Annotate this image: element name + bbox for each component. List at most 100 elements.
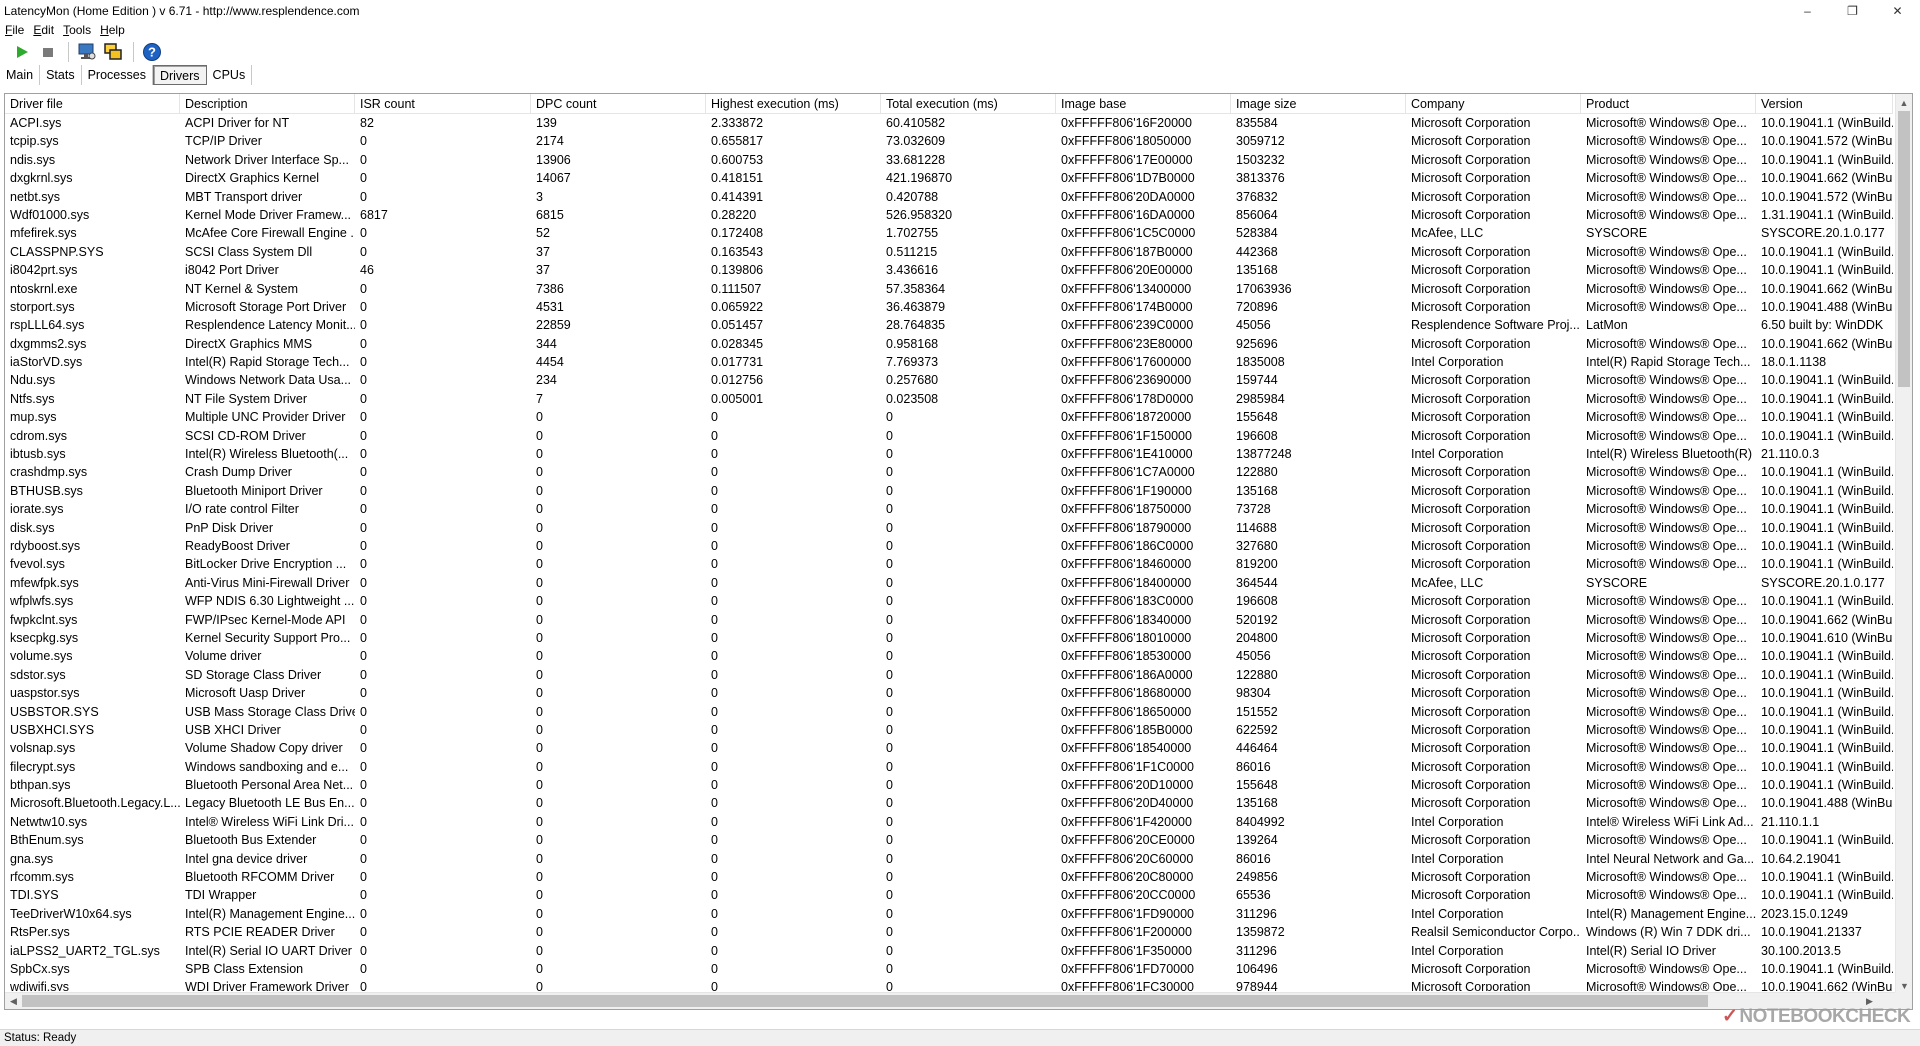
column-header[interactable]: Highest execution (ms)	[706, 94, 881, 114]
table-row[interactable]: wfplwfs.sys WFP NDIS 6.30 Lightweight ...…	[5, 592, 1893, 610]
table-cell: 0.051457	[711, 318, 764, 333]
table-cell: 0.005001	[711, 391, 764, 406]
table-row[interactable]: rfcomm.sys Bluetooth RFCOMM Driver 0 0 0 0 0xF…	[5, 868, 1893, 886]
table-cell: 0.958168	[886, 336, 939, 351]
table-cell: Microsoft® Windows® Ope...	[1586, 980, 1747, 991]
table-cell: 0	[360, 318, 367, 333]
table-row[interactable]: fwpkclnt.sys FWP/IPsec Kernel-Mode API 0 0 0…	[5, 611, 1893, 629]
tab-processes[interactable]: Processes	[82, 65, 153, 85]
table-cell: 0xFFFFF806'20CC0000	[1061, 888, 1196, 903]
table-row[interactable]: crashdmp.sys Crash Dump Driver 0 0 0 0 0xFFFFF…	[5, 463, 1893, 481]
horizontal-scroll-thumb[interactable]	[22, 995, 1708, 1007]
table-row[interactable]: cdrom.sys SCSI CD-ROM Driver 0 0 0 0 0xFFFFF80…	[5, 427, 1893, 445]
table-row[interactable]: iaLPSS2_UART2_TGL.sys Intel(R) Serial IO …	[5, 942, 1893, 960]
table-row[interactable]: RtsPer.sys RTS PCIE READER Driver 0 0 0 0 0xFF…	[5, 923, 1893, 941]
table-row[interactable]: SpbCx.sys SPB Class Extension 0 0 0 0 0xFFFFF8…	[5, 960, 1893, 978]
table-row[interactable]: gna.sys Intel gna device driver 0 0 0 0 0xFFFF…	[5, 850, 1893, 868]
table-row[interactable]: dxgmms2.sys DirectX Graphics MMS 0 344 0.028…	[5, 335, 1893, 353]
table-row[interactable]: BTHUSB.sys Bluetooth Miniport Driver 0 0 0 0 0…	[5, 482, 1893, 500]
column-header[interactable]: ISR count	[355, 94, 531, 114]
table-row[interactable]: wdiwifi.sys WDI Driver Framework Driver 0 0…	[5, 978, 1893, 991]
menu-help[interactable]: Help	[95, 23, 129, 37]
menu-edit[interactable]: Edit	[28, 23, 58, 37]
column-header[interactable]: Driver file	[5, 94, 180, 114]
table-row[interactable]: rdyboost.sys ReadyBoost Driver 0 0 0 0 0xFFFFF…	[5, 537, 1893, 555]
table-row[interactable]: Microsoft.Bluetooth.Legacy.L... Legacy Bl…	[5, 794, 1893, 812]
table-cell: 0	[360, 814, 367, 829]
column-header[interactable]: Product	[1581, 94, 1756, 114]
column-header[interactable]: Version	[1756, 94, 1893, 114]
table-row[interactable]: dxgkrnl.sys DirectX Graphics Kernel 0 14067…	[5, 169, 1893, 187]
windows-button[interactable]	[101, 40, 125, 64]
tab-cpus[interactable]: CPUs	[207, 65, 253, 85]
table-row[interactable]: volume.sys Volume driver 0 0 0 0 0xFFFFF806'18…	[5, 647, 1893, 665]
table-row[interactable]: USBXHCI.SYS USB XHCI Driver 0 0 0 0 0xFFFFF806…	[5, 721, 1893, 739]
column-header[interactable]: DPC count	[531, 94, 706, 114]
table-row[interactable]: i8042prt.sys i8042 Port Driver 46 37 0.13980…	[5, 261, 1893, 279]
table-cell: 421.196870	[886, 171, 953, 186]
table-cell: 122880	[1236, 667, 1278, 682]
table-row[interactable]: storport.sys Microsoft Storage Port Drive…	[5, 298, 1893, 316]
table-row[interactable]: mup.sys Multiple UNC Provider Driver 0 0 0 0 0…	[5, 408, 1893, 426]
table-row[interactable]: uaspstor.sys Microsoft Uasp Driver 0 0 0 0 0xF…	[5, 684, 1893, 702]
table-row[interactable]: TeeDriverW10x64.sys Intel(R) Management E…	[5, 905, 1893, 923]
scroll-up-icon[interactable]: ▲	[1896, 94, 1912, 111]
table-row[interactable]: Ntfs.sys NT File System Driver 0 7 0.005001 0…	[5, 390, 1893, 408]
table-row[interactable]: mfefirek.sys McAfee Core Firewall Engine …	[5, 224, 1893, 242]
table-cell: volsnap.sys	[10, 741, 76, 756]
column-header[interactable]: Description	[180, 94, 355, 114]
start-button[interactable]	[10, 40, 34, 64]
table-row[interactable]: ndis.sys Network Driver Interface Sp... 0 1…	[5, 151, 1893, 169]
table-row[interactable]: ibtusb.sys Intel(R) Wireless Bluetooth(..…	[5, 445, 1893, 463]
scroll-left-icon[interactable]: ◀	[5, 993, 22, 1009]
table-row[interactable]: filecrypt.sys Windows sandboxing and e...…	[5, 758, 1893, 776]
minimize-button[interactable]: –	[1785, 0, 1830, 21]
close-button[interactable]: ✕	[1875, 0, 1920, 21]
table-row[interactable]: netbt.sys MBT Transport driver 0 3 0.414391 0…	[5, 188, 1893, 206]
table-cell: Microsoft® Windows® Ope...	[1586, 870, 1747, 885]
table-row[interactable]: sdstor.sys SD Storage Class Driver 0 0 0 0 0xF…	[5, 666, 1893, 684]
table-row[interactable]: tcpip.sys TCP/IP Driver 0 2174 0.655817 73.03…	[5, 132, 1893, 150]
table-row[interactable]: ntoskrnl.exe NT Kernel & System 0 7386 0.111…	[5, 280, 1893, 298]
vertical-scroll-thumb[interactable]	[1898, 111, 1910, 387]
table-row[interactable]: Wdf01000.sys Kernel Mode Driver Framew...…	[5, 206, 1893, 224]
table-row[interactable]: ksecpkg.sys Kernel Security Support Pro..…	[5, 629, 1893, 647]
table-row[interactable]: iaStorVD.sys Intel(R) Rapid Storage Tech.…	[5, 353, 1893, 371]
table-row[interactable]: USBSTOR.SYS USB Mass Storage Class Driver…	[5, 703, 1893, 721]
tab-drivers[interactable]: Drivers	[152, 65, 207, 85]
table-row[interactable]: iorate.sys I/O rate control Filter 0 0 0 0 0xF…	[5, 500, 1893, 518]
column-header[interactable]: Total execution (ms)	[881, 94, 1056, 114]
table-row[interactable]: disk.sys PnP Disk Driver 0 0 0 0 0xFFFFF806'18…	[5, 519, 1893, 537]
table-cell: 0xFFFFF806'1F420000	[1061, 814, 1192, 829]
table-row[interactable]: fvevol.sys BitLocker Drive Encryption ...…	[5, 555, 1893, 573]
table-cell: 151552	[1236, 704, 1278, 719]
horizontal-scrollbar[interactable]: ◀ ▶	[5, 992, 1895, 1009]
table-row[interactable]: Ndu.sys Windows Network Data Usa... 0 234 0.…	[5, 371, 1893, 389]
table-cell: 0	[886, 649, 893, 664]
table-row[interactable]: ACPI.sys ACPI Driver for NT 82 139 2.333872 6…	[5, 114, 1893, 132]
table-cell: Bluetooth Miniport Driver	[185, 483, 323, 498]
column-header[interactable]: Image base	[1056, 94, 1231, 114]
vertical-scrollbar[interactable]: ▲ ▼	[1895, 94, 1912, 994]
windows-icon	[104, 43, 122, 60]
table-row[interactable]: BthEnum.sys Bluetooth Bus Extender 0 0 0 0 0xF…	[5, 831, 1893, 849]
table-row[interactable]: Netwtw10.sys Intel® Wireless WiFi Link Dr…	[5, 813, 1893, 831]
menu-tools[interactable]: Tools	[58, 23, 95, 37]
table-cell: 0xFFFFF806'18680000	[1061, 686, 1192, 701]
maximize-button[interactable]: ❐	[1830, 0, 1875, 21]
column-header[interactable]: Image size	[1231, 94, 1406, 114]
table-cell: Microsoft Corporation	[1411, 557, 1531, 572]
tab-main[interactable]: Main	[0, 65, 41, 85]
table-row[interactable]: rspLLL64.sys Resplendence Latency Monit..…	[5, 316, 1893, 334]
computer-button[interactable]	[75, 40, 99, 64]
table-row[interactable]: mfewfpk.sys Anti-Virus Mini-Firewall Driv…	[5, 574, 1893, 592]
stop-button[interactable]	[36, 40, 60, 64]
table-row[interactable]: TDI.SYS TDI Wrapper 0 0 0 0 0xFFFFF806'20CC000…	[5, 886, 1893, 904]
help-button[interactable]: ?	[140, 40, 164, 64]
table-row[interactable]: CLASSPNP.SYS SCSI Class System Dll 0 37 0.16…	[5, 243, 1893, 261]
tab-stats[interactable]: Stats	[40, 65, 82, 85]
menu-file[interactable]: File	[0, 23, 28, 37]
table-row[interactable]: volsnap.sys Volume Shadow Copy driver 0 0 0 0…	[5, 739, 1893, 757]
table-row[interactable]: bthpan.sys Bluetooth Personal Area Net...…	[5, 776, 1893, 794]
column-header[interactable]: Company	[1406, 94, 1581, 114]
